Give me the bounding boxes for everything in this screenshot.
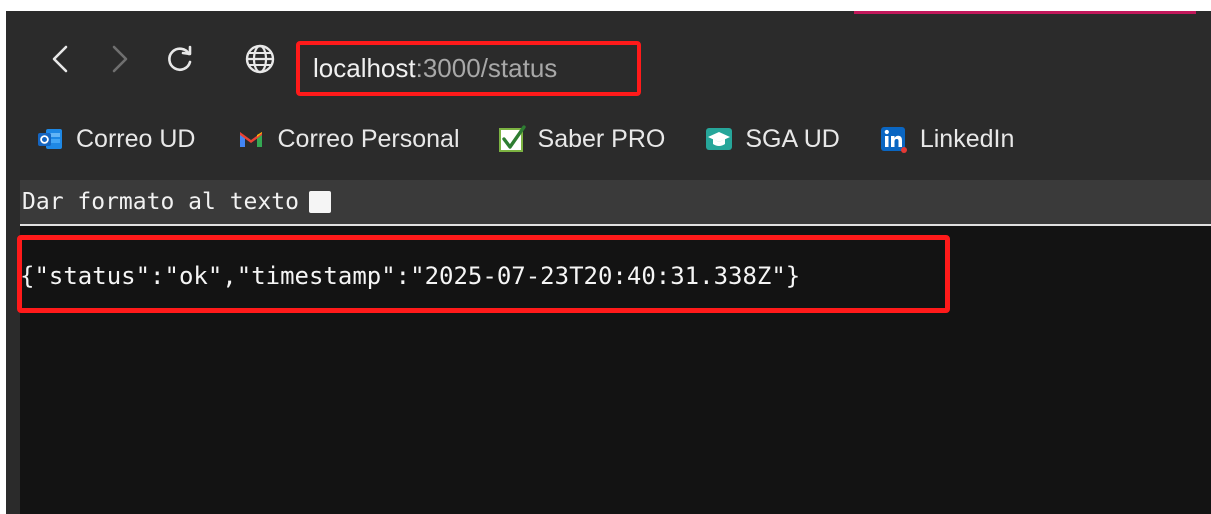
tab-accent-line [854,11,1196,14]
bookmark-correo-personal[interactable]: Correo Personal [237,119,460,159]
bookmark-label: Correo Personal [277,124,460,153]
address-bar[interactable]: localhost:3000/status [296,41,641,96]
bookmark-sga-ud[interactable]: SGA UD [705,119,840,159]
site-info-button[interactable] [244,43,276,75]
pretty-print-label: Dar formato al texto [22,189,299,215]
globe-icon [245,44,275,74]
outlook-icon [38,129,62,149]
back-arrow-icon [52,45,68,73]
checkmark-box-icon [498,125,526,152]
reload-button[interactable] [164,43,196,75]
bookmark-label: Correo UD [76,124,196,153]
browser-toolbar: localhost:3000/status [6,23,1211,96]
back-button[interactable] [44,43,76,75]
bookmark-saber-pro[interactable]: Saber PRO [498,119,666,159]
gmail-icon [240,132,263,147]
reload-icon [168,45,192,71]
url-path: :3000/status [415,53,558,83]
bookmark-correo-ud[interactable]: Correo UD [36,119,195,159]
bookmark-label: SGA UD [745,124,840,153]
browser-window: localhost:3000/status Correo UD Correo P… [6,11,1211,514]
bookmark-label: Saber PRO [537,124,666,153]
graduation-cap-icon [706,128,733,150]
bookmark-linkedin[interactable]: LinkedIn [880,119,1015,159]
forward-arrow-icon [112,45,128,73]
pretty-print-checkbox[interactable] [308,191,331,213]
pretty-print-bar: Dar formato al texto [20,180,1211,226]
page-content: Dar formato al texto {"status":"ok","tim… [17,180,1211,514]
bookmark-label: LinkedIn [919,124,1015,153]
forward-button[interactable] [104,43,136,75]
linkedin-icon [880,127,907,153]
url-host: localhost [313,53,416,83]
json-response-text: {"status":"ok","timestamp":"2025-07-23T2… [20,262,801,290]
bookmarks-bar: Correo UD Correo Personal Saber PRO SGA … [6,111,1211,167]
